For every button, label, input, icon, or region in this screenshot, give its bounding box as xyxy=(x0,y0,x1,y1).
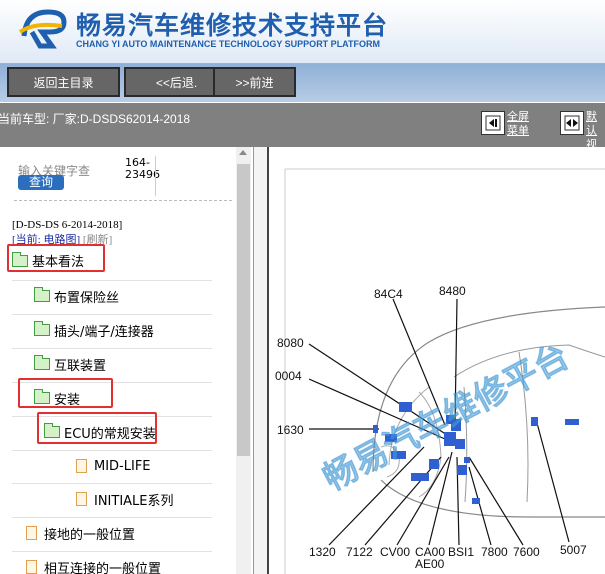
folder-icon xyxy=(34,287,50,302)
folder-icon xyxy=(34,355,50,370)
tree-item-label: MID-LIFE xyxy=(94,458,151,474)
callout-ae00: AE00 xyxy=(415,557,445,571)
fullscreen-label-line2: 菜单 xyxy=(507,124,529,137)
toolbar: 返回主目录 <<后退. >>前进 xyxy=(0,64,605,102)
tree-item-interconnect[interactable]: 互联装置 xyxy=(12,348,212,379)
default-view-icon xyxy=(564,115,580,131)
brand-subtitle: CHANG YI AUTO MAINTENANCE TECHNOLOGY SUP… xyxy=(76,39,381,49)
panel-divider[interactable] xyxy=(253,147,269,574)
header: 畅易汽车维修技术支持平台 CHANG YI AUTO MAINTENANCE T… xyxy=(0,0,605,64)
folder-icon xyxy=(34,321,50,336)
tree-item-connectors[interactable]: 插头/端子/连接器 xyxy=(12,314,212,345)
scrollbar-thumb[interactable] xyxy=(237,164,250,456)
model-label: [D-DS-DS 6-2014-2018] xyxy=(12,219,123,231)
callout-7800: 7800 xyxy=(481,545,508,559)
callout-84c4: 84C4 xyxy=(374,287,403,301)
document-icon xyxy=(76,459,87,473)
callout-8080: 8080 xyxy=(277,336,304,350)
callout-cv00: CV00 xyxy=(380,545,410,559)
diagram-viewer[interactable]: 84C4 8480 8080 0004 1630 1320 7122 CV00 … xyxy=(269,147,605,574)
callout-1320: 1320 xyxy=(309,545,336,559)
fullscreen-menu-label[interactable]: 全屏 菜单 xyxy=(507,110,529,138)
document-id: 164- 23496 xyxy=(125,157,160,181)
sidebar-scrollbar[interactable] xyxy=(236,147,251,574)
search-button[interactable]: 查询 xyxy=(18,175,64,190)
callout-7122: 7122 xyxy=(346,545,373,559)
home-button[interactable]: 返回主目录 xyxy=(7,67,120,97)
scroll-up-icon[interactable] xyxy=(239,150,247,155)
tree-item-label: 插头/端子/连接器 xyxy=(54,324,154,340)
separator xyxy=(155,156,156,196)
tree-item-label: 相互连接的一般位置 xyxy=(44,561,162,574)
tree-item-ground-locations[interactable]: 接地的一般位置 xyxy=(12,517,212,548)
callout-8480: 8480 xyxy=(439,284,466,298)
tree-item-fuses[interactable]: 布置保险丝 xyxy=(12,280,212,311)
logo-icon xyxy=(18,9,67,49)
callout-7600: 7600 xyxy=(513,545,540,559)
divider xyxy=(14,200,232,201)
brand-title: 畅易汽车维修技术支持平台 xyxy=(76,11,389,40)
info-bar: 当前车型: 厂家:D-DSDS62014-2018 全屏 菜单 默认 视图 xyxy=(0,103,605,165)
highlight-box xyxy=(18,378,113,408)
default-view-button[interactable] xyxy=(560,111,584,135)
callout-5007: 5007 xyxy=(560,543,587,557)
tree-item-mid-life[interactable]: MID-LIFE xyxy=(12,450,212,481)
fullscreen-menu-button[interactable] xyxy=(481,111,505,135)
forward-button[interactable]: >>前进 xyxy=(213,67,296,97)
current-vehicle: 当前车型: 厂家:D-DSDS62014-2018 xyxy=(0,112,191,126)
document-icon xyxy=(26,560,37,574)
tree-item-label: INITIALE系列 xyxy=(94,493,174,509)
fullscreen-icon xyxy=(485,115,501,131)
callout-bsi1: BSI1 xyxy=(448,545,474,559)
tree-item-interconnect-locations[interactable]: 相互连接的一般位置 xyxy=(12,551,212,574)
highlight-box xyxy=(7,244,105,272)
default-label-line1: 默认 xyxy=(586,110,597,137)
tree-item-label: 布置保险丝 xyxy=(54,290,120,306)
document-icon xyxy=(26,526,37,540)
callout-0004: 0004 xyxy=(275,369,302,383)
ecu-location-diagram: 84C4 8480 8080 0004 1630 1320 7122 CV00 … xyxy=(275,168,605,574)
navigation-panel: 输入关键字查 查询 164- 23496 [D-DS-DS 6-2014-201… xyxy=(0,147,253,574)
tree-item-label: 互联装置 xyxy=(54,358,107,374)
document-icon xyxy=(76,492,87,506)
tree-item-initiale[interactable]: INITIALE系列 xyxy=(12,483,212,514)
tree-item-label: 接地的一般位置 xyxy=(44,527,136,543)
highlight-box xyxy=(37,412,157,444)
fullscreen-label-line1: 全屏 xyxy=(507,110,529,123)
callout-1630: 1630 xyxy=(277,423,304,437)
